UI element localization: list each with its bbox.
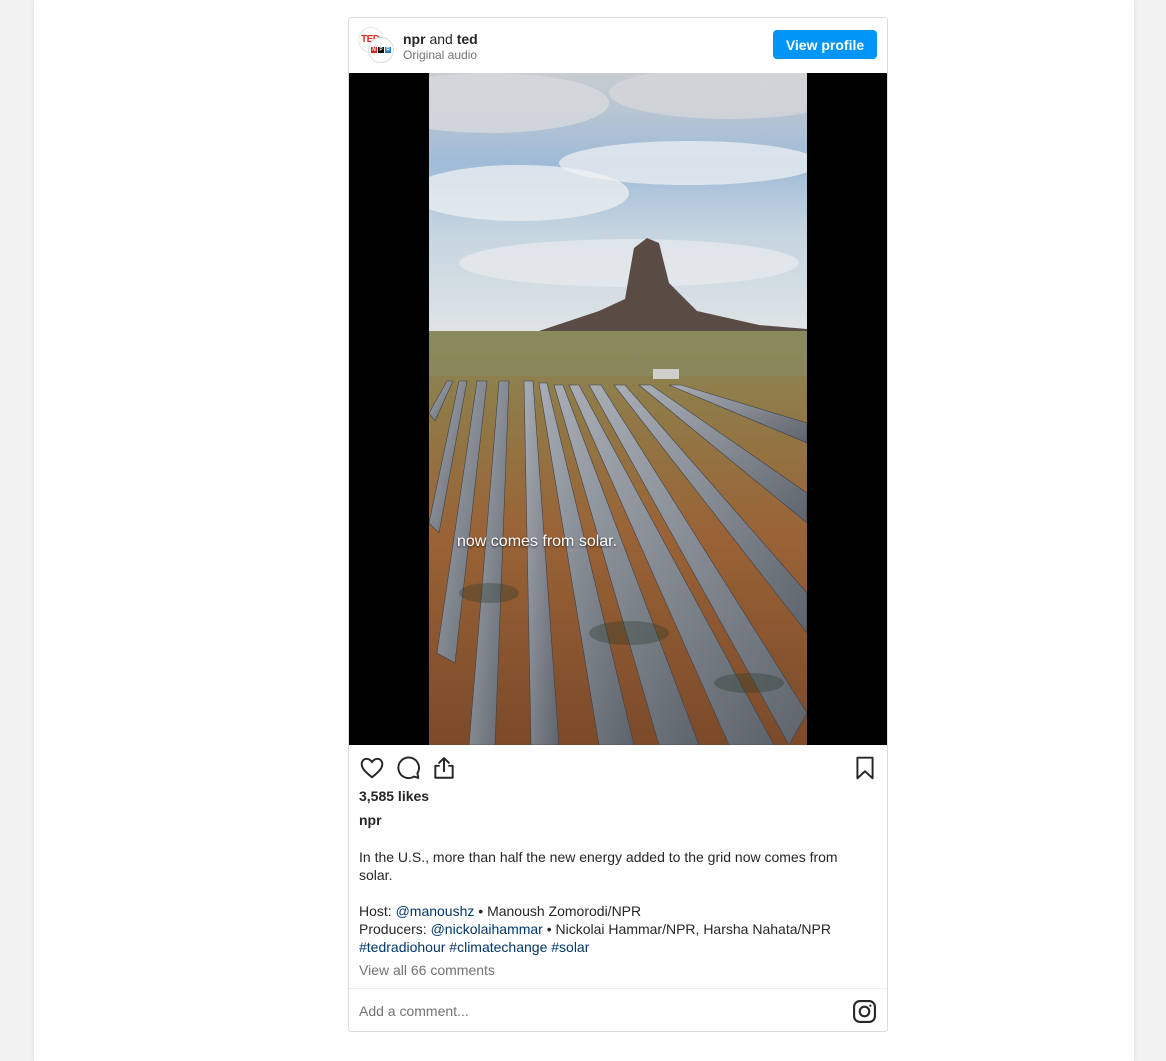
caption-author[interactable]: npr [359,812,382,828]
post-header: TED N P R npr and ted Original audio Vie… [349,18,887,73]
comment-bar [349,988,887,1031]
producers-label: Producers: [359,921,427,937]
producers-line: Producers: @nickolaihammar • Nickolai Ha… [359,920,874,938]
comment-input[interactable] [359,1001,819,1021]
host-line: Host: @manoushz • Manoush Zomorodi/NPR [359,902,874,920]
host-name: • Manoush Zomorodi/NPR [474,903,642,919]
avatar-npr[interactable]: N P R [368,37,394,63]
view-profile-button[interactable]: View profile [773,30,877,59]
page-background: TED N P R npr and ted Original audio Vie… [34,0,1134,1061]
caption-credits: Host: @manoushz • Manoush Zomorodi/NPR P… [359,902,874,956]
view-all-comments-link[interactable]: View all 66 comments [359,962,495,978]
author-link-npr[interactable]: npr [403,31,426,47]
producers-names: • Nickolai Hammar/NPR, Harsha Nahata/NPR [542,921,831,937]
video-caption-overlay: now comes from solar. [457,533,618,550]
npr-logo-letter: R [385,47,391,53]
instagram-logo-icon[interactable] [852,999,877,1024]
likes-count[interactable]: 3,585 likes [359,788,429,804]
authors-connector: and [429,31,453,47]
instagram-embed-card: TED N P R npr and ted Original audio Vie… [348,17,888,1032]
comment-icon[interactable] [395,755,421,781]
hashtag-link[interactable]: #climatechange [449,939,547,955]
caption-text: In the U.S., more than half the new ener… [359,849,838,883]
hashtag-link[interactable]: #tedradiohour [359,939,445,955]
npr-logo-letter: N [371,47,377,53]
share-icon[interactable] [431,755,457,781]
audio-label[interactable]: Original audio [403,48,477,62]
action-bar [349,745,887,787]
solar-field-image [429,73,807,745]
bookmark-icon[interactable] [852,755,878,781]
collab-avatars[interactable]: TED N P R [358,27,394,63]
post-authors: npr and ted [403,31,478,47]
host-label: Host: [359,903,392,919]
video-frame[interactable]: now comes from solar. [429,73,807,745]
hashtag-link[interactable]: #solar [551,939,589,955]
host-handle-link[interactable]: @manoushz [396,903,475,919]
producer-handle-link[interactable]: @nickolaihammar [431,921,543,937]
video-player[interactable]: now comes from solar. [349,73,887,745]
npr-logo-letter: P [378,47,384,53]
hashtags-line: #tedradiohour #climatechange #solar [359,938,874,956]
heart-icon[interactable] [359,755,385,781]
author-link-ted[interactable]: ted [457,31,478,47]
